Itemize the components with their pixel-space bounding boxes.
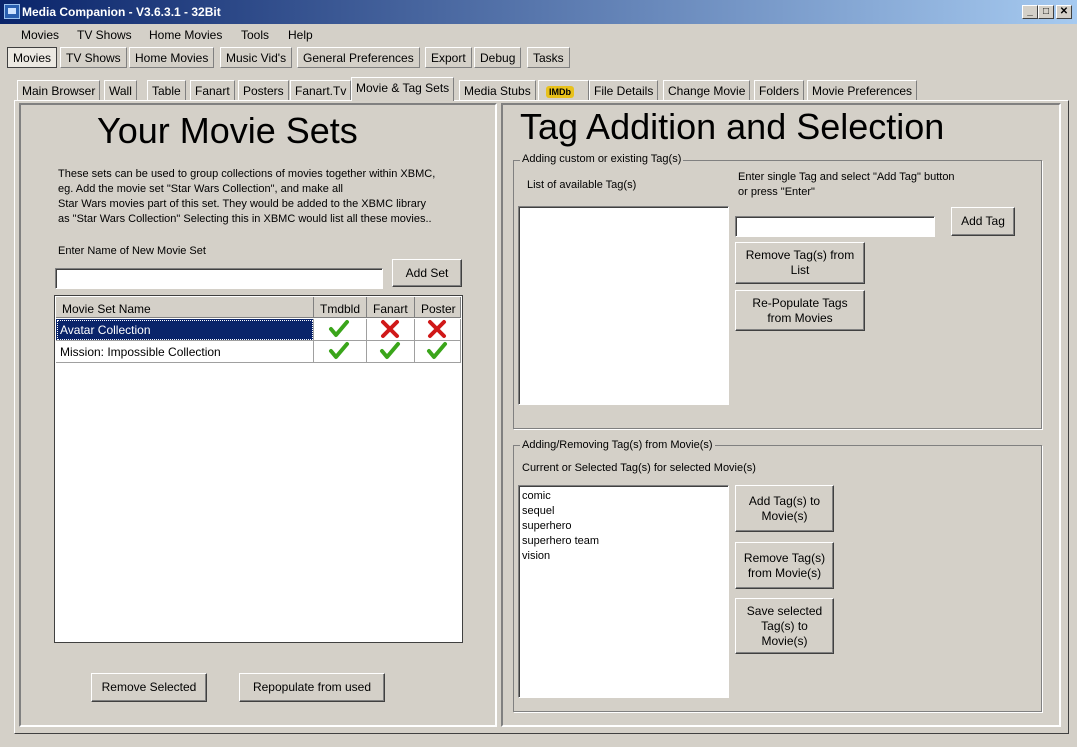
available-tags-label: List of available Tag(s) <box>527 179 637 191</box>
tag-instructions-line1: Enter single Tag and select "Add Tag" bu… <box>738 171 955 183</box>
table-row-1-fanart[interactable] <box>367 319 415 341</box>
movie-sets-grid[interactable]: Movie Set Name Tmdbld Fanart Poster Avat… <box>54 295 463 643</box>
tab-imdb[interactable]: IMDb <box>538 80 589 100</box>
tab-debug[interactable]: Debug <box>474 47 522 68</box>
tag-instructions-line2: or press "Enter" <box>738 186 815 198</box>
repopulate-tags-button[interactable]: Re-Populate Tags from Movies <box>735 290 865 331</box>
list-item[interactable]: comic <box>522 490 551 502</box>
custom-tags-legend: Adding custom or existing Tag(s) <box>520 153 684 165</box>
menu-help[interactable]: Help <box>288 28 313 42</box>
menu-tv-shows[interactable]: TV Shows <box>77 28 132 42</box>
tab-movie-tag-sets[interactable]: Movie & Tag Sets <box>351 77 455 101</box>
tab-main-browser[interactable]: Main Browser <box>17 80 101 100</box>
remove-tags-from-movie-label-2: from Movie(s) <box>747 565 822 580</box>
table-row-2-fanart[interactable] <box>367 341 415 363</box>
col-fanart[interactable]: Fanart <box>367 297 415 318</box>
check-icon <box>380 342 400 359</box>
table-row-2-poster[interactable] <box>415 341 461 363</box>
sets-description-line4: as "Star Wars Collection" Selecting this… <box>58 213 432 225</box>
close-button[interactable]: ✕ <box>1056 5 1072 19</box>
new-set-input[interactable] <box>55 268 383 289</box>
tab-file-details[interactable]: File Details <box>589 80 659 100</box>
menu-movies[interactable]: Movies <box>21 28 59 42</box>
add-tags-to-movie-button[interactable]: Add Tag(s) to Movie(s) <box>735 485 834 532</box>
col-movie-set-name[interactable]: Movie Set Name <box>56 297 314 318</box>
save-selected-tags-label-3: Movie(s) <box>761 633 808 648</box>
tags-heading: Tag Addition and Selection <box>520 106 945 147</box>
tab-media-stubs[interactable]: Media Stubs <box>459 80 536 100</box>
movie-sets-heading: Your Movie Sets <box>97 110 358 151</box>
check-icon <box>329 320 349 337</box>
tab-home-movies[interactable]: Home Movies <box>129 47 215 68</box>
sets-description-line1: These sets can be used to group collecti… <box>58 168 436 180</box>
repopulate-tags-label-1: Re-Populate Tags <box>752 295 848 310</box>
cross-icon <box>428 320 446 338</box>
tab-fanart[interactable]: Fanart <box>190 80 235 100</box>
app-icon <box>4 4 20 19</box>
current-tags-list[interactable]: comic sequel superhero superhero team vi… <box>518 485 729 698</box>
save-selected-tags-label-2: Tag(s) to <box>761 618 808 633</box>
window-title: Media Companion - V3.6.3.1 - 32Bit <box>22 5 221 19</box>
list-item[interactable]: sequel <box>522 505 554 517</box>
remove-tags-from-list-button[interactable]: Remove Tag(s) from List <box>735 242 865 284</box>
repopulate-from-used-button[interactable]: Repopulate from used <box>239 673 385 702</box>
menu-bar: Movies TV Shows Home Movies Tools Help <box>0 24 1077 46</box>
new-tag-input[interactable] <box>735 216 935 237</box>
add-tags-to-movie-label-2: Movie(s) <box>761 508 808 523</box>
available-tags-list[interactable] <box>518 206 729 405</box>
col-tmdbid[interactable]: Tmdbld <box>314 297 367 318</box>
cross-icon <box>381 320 399 338</box>
imdb-logo: IMDb <box>546 86 574 98</box>
col-poster[interactable]: Poster <box>415 297 461 318</box>
check-icon <box>427 342 447 359</box>
tab-export[interactable]: Export <box>425 47 472 68</box>
remove-tags-from-movie-label-1: Remove Tag(s) <box>743 550 826 565</box>
tab-tasks[interactable]: Tasks <box>527 47 570 68</box>
menu-tools[interactable]: Tools <box>241 28 269 42</box>
tab-tv-shows[interactable]: TV Shows <box>60 47 127 68</box>
add-tag-button[interactable]: Add Tag <box>951 207 1015 236</box>
tab-change-movie[interactable]: Change Movie <box>663 80 751 100</box>
tab-table[interactable]: Table <box>147 80 186 100</box>
tab-posters[interactable]: Posters <box>238 80 289 100</box>
tab-music-vids[interactable]: Music Vid's <box>220 47 293 68</box>
list-item[interactable]: superhero <box>522 520 572 532</box>
menu-home-movies[interactable]: Home Movies <box>149 28 222 42</box>
list-item[interactable]: vision <box>522 550 550 562</box>
current-tags-label: Current or Selected Tag(s) for selected … <box>522 462 756 474</box>
minimize-button[interactable]: _ <box>1022 5 1038 19</box>
maximize-button[interactable]: □ <box>1038 5 1054 19</box>
new-set-label: Enter Name of New Movie Set <box>58 245 206 257</box>
remove-tags-from-movie-button[interactable]: Remove Tag(s) from Movie(s) <box>735 542 834 589</box>
movie-tags-legend: Adding/Removing Tag(s) from Movie(s) <box>520 439 715 451</box>
save-selected-tags-button[interactable]: Save selected Tag(s) to Movie(s) <box>735 598 834 654</box>
tab-movie-preferences[interactable]: Movie Preferences <box>807 80 918 100</box>
tab-folders[interactable]: Folders <box>754 80 805 100</box>
table-row-1-poster[interactable] <box>415 319 461 341</box>
tab-general-preferences[interactable]: General Preferences <box>297 47 420 68</box>
tab-wall[interactable]: Wall <box>104 80 137 100</box>
add-set-button[interactable]: Add Set <box>392 259 462 287</box>
table-row-1-tmdb[interactable] <box>314 319 367 341</box>
table-row-1-name[interactable]: Avatar Collection <box>56 319 314 341</box>
tab-fanart-tv[interactable]: Fanart.Tv <box>290 80 352 100</box>
remove-tags-from-list-label-1: Remove Tag(s) from <box>745 248 855 262</box>
table-row-2-tmdb[interactable] <box>314 341 367 363</box>
tab-movies[interactable]: Movies <box>7 47 58 68</box>
save-selected-tags-label-1: Save selected <box>746 603 823 618</box>
remove-selected-button[interactable]: Remove Selected <box>91 673 207 702</box>
sets-description-line3: Star Wars movies part of this set. They … <box>58 198 427 210</box>
repopulate-tags-label-2: from Movies <box>767 310 833 325</box>
table-row-2-name[interactable]: Mission: Impossible Collection <box>56 341 314 363</box>
sets-description-line2: eg. Add the movie set "Star Wars Collect… <box>58 183 343 195</box>
title-bar[interactable]: Media Companion - V3.6.3.1 - 32Bit _ □ ✕ <box>0 0 1077 24</box>
remove-tags-from-list-label-2: List <box>790 263 810 277</box>
list-item[interactable]: superhero team <box>522 535 599 547</box>
add-tags-to-movie-label-1: Add Tag(s) to <box>748 493 821 508</box>
check-icon <box>329 342 349 359</box>
